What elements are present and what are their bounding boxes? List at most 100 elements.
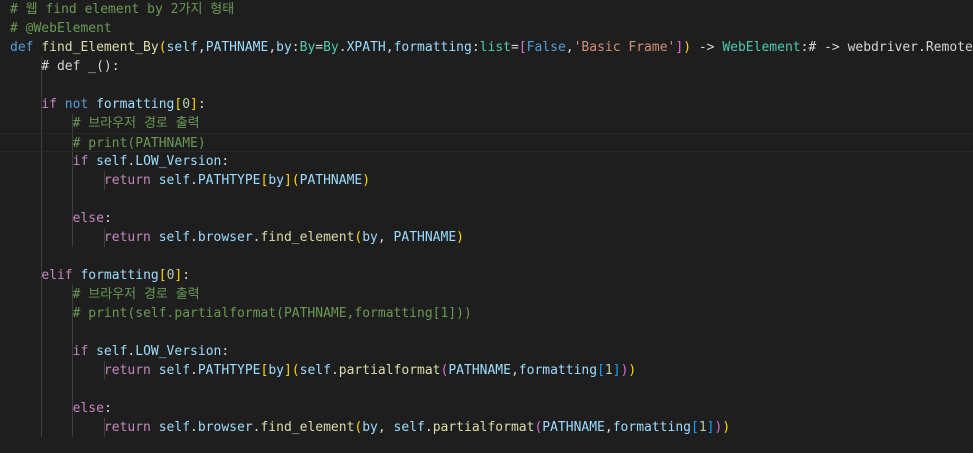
code-token: partialformat (338, 363, 441, 378)
code-token: partialformat (432, 420, 535, 435)
code-token: . (424, 420, 433, 435)
code-token: self (299, 363, 331, 378)
code-token: PATHNAME (299, 173, 363, 188)
code-token: # @WebElement (10, 21, 112, 36)
code-token: . (330, 363, 339, 378)
code-token: LOW_Version (135, 154, 222, 169)
code-token: , (197, 40, 206, 55)
code-token: formatting (612, 420, 691, 435)
code-token: PATHNAME (205, 40, 269, 55)
code-line[interactable]: elif formatting[0]: (10, 266, 190, 285)
code-token: browser (197, 420, 253, 435)
code-line[interactable]: # 브라우저 경로 출력 (10, 285, 200, 304)
code-token: : (221, 154, 230, 169)
code-token: , (604, 420, 613, 435)
code-line[interactable]: if self.LOW_Version: (10, 342, 230, 361)
code-token: elif (41, 268, 73, 283)
code-token: ] (283, 363, 292, 378)
code-token: , (377, 230, 394, 245)
code-token: PATHTYPE (197, 173, 261, 188)
code-token: , (510, 363, 519, 378)
code-token: formatting (518, 363, 598, 378)
code-token: browser (197, 230, 253, 245)
code-token: self (96, 344, 128, 359)
code-line[interactable]: return self.browser.find_element(by, sel… (10, 418, 730, 437)
code-token: = (315, 40, 324, 55)
code-token: WebElement (722, 40, 801, 55)
code-token: return (103, 363, 151, 378)
code-token: : (197, 97, 206, 112)
code-token: [ (518, 40, 527, 55)
code-token: def (10, 40, 34, 55)
code-token: # print(PATHNAME) (72, 136, 206, 151)
code-token: list (479, 40, 511, 55)
code-token: , (377, 420, 394, 435)
code-line[interactable]: return self.browser.find_element(by, PAT… (10, 228, 464, 247)
code-token: [ (597, 363, 605, 378)
code-token: ) (722, 420, 731, 435)
code-token: ] (612, 363, 621, 378)
code-line[interactable]: else: (10, 399, 112, 418)
code-token: : (221, 344, 230, 359)
code-line[interactable]: # print(self.partialformat(PATHNAME,form… (10, 304, 472, 323)
code-line[interactable]: return self.PATHTYPE[by](self.partialfor… (10, 361, 636, 380)
code-token: 1 (604, 363, 613, 378)
code-token: . (190, 173, 198, 188)
code-token: . (190, 420, 198, 435)
code-line[interactable]: # @WebElement (10, 19, 112, 38)
code-token: [ (158, 268, 167, 283)
code-token: ] (675, 40, 684, 55)
current-code-line[interactable]: # print(PATHNAME) (0, 133, 973, 152)
code-token: ] (190, 97, 198, 112)
code-line[interactable]: def find_Element_By(self,PATHNAME,by:By=… (10, 38, 973, 57)
code-token: self (166, 40, 198, 55)
code-token: # def _(): (10, 59, 120, 74)
code-token: else (72, 211, 104, 226)
code-line[interactable]: # 브라우저 경로 출력 (10, 114, 200, 133)
code-token: find_element (260, 420, 355, 435)
code-token: # 브라우저 경로 출력 (72, 116, 200, 131)
code-token: find_Element_By (41, 40, 159, 55)
code-token: if (72, 154, 89, 169)
code-token: self (158, 363, 191, 378)
code-token: , (385, 40, 394, 55)
code-token: ) (628, 363, 637, 378)
code-token: not (64, 97, 89, 112)
code-token: ) (362, 173, 371, 188)
code-token: By (323, 40, 339, 55)
code-token: by (268, 363, 284, 378)
code-token: . (338, 40, 347, 55)
code-line[interactable]: else: (10, 209, 112, 228)
code-token: : (103, 401, 112, 416)
code-line[interactable]: # 웹 find element by 2가지 형태 (10, 0, 234, 19)
code-token: . (190, 230, 198, 245)
code-line[interactable]: if not formatting[0]: (10, 95, 206, 114)
code-token: return (103, 420, 151, 435)
code-token: by (276, 40, 292, 55)
code-token: return (103, 173, 151, 188)
code-token: self (158, 173, 191, 188)
code-line[interactable]: return self.PATHTYPE[by](PATHNAME) (10, 171, 370, 190)
code-line[interactable]: if self.LOW_Version: (10, 152, 230, 171)
code-token: [ (691, 420, 699, 435)
code-line[interactable]: # def _(): (10, 57, 120, 76)
code-token: 'Basic Frame' (573, 40, 676, 55)
code-editor[interactable]: # 웹 find element by 2가지 형태 # @WebElement d… (0, 0, 973, 453)
code-token: : (103, 211, 112, 226)
